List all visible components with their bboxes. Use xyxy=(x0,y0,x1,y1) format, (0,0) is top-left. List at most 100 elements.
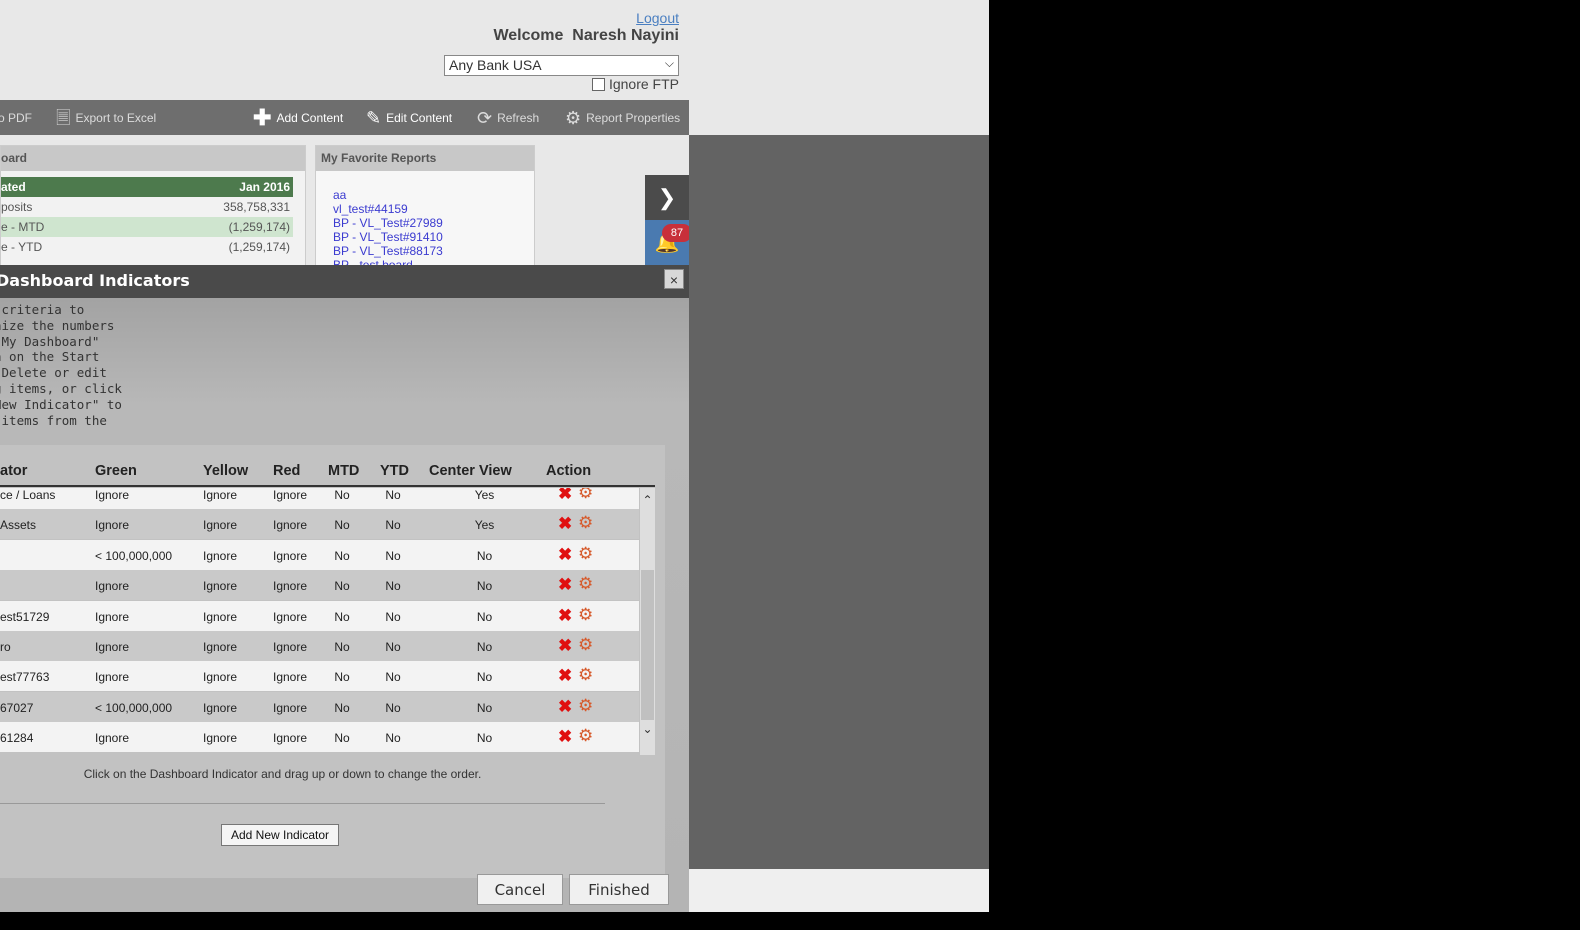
table-row[interactable]: ro Ignore Ignore Ignore No No No ✖ ⚙ xyxy=(0,631,639,661)
scroll-up-icon[interactable]: ⌃ xyxy=(640,493,655,507)
table-row[interactable]: Assets Ignore Ignore Ignore No No Yes ✖ ⚙ xyxy=(0,509,639,540)
table-cell: Ignore xyxy=(273,579,308,594)
delete-icon[interactable]: ✖ xyxy=(558,697,572,717)
table-cell: No xyxy=(334,488,350,502)
export-pdf-button[interactable]: o PDF xyxy=(0,100,32,135)
modal-title: Dashboard Indicators xyxy=(0,271,190,290)
table-cell: Ignore xyxy=(203,488,238,502)
delete-icon[interactable]: ✖ xyxy=(558,575,572,595)
delete-icon[interactable]: ✖ xyxy=(558,488,572,504)
gear-icon[interactable]: ⚙ xyxy=(578,726,593,746)
bank-select[interactable]: Any Bank USA ⌵ xyxy=(444,55,679,76)
refresh-button[interactable]: ⟳ Refresh xyxy=(477,100,539,135)
favorite-reports-panel: My Favorite Reports aa vl_test#44159 BP … xyxy=(315,145,535,277)
delete-icon[interactable]: ✖ xyxy=(558,606,572,626)
welcome-text: Welcome Naresh Nayini xyxy=(493,27,679,44)
gear-icon[interactable]: ⚙ xyxy=(578,544,593,564)
dashboard-row-value: (1,259,174) xyxy=(228,240,290,254)
table-cell: No xyxy=(385,731,401,746)
table-cell: < 100,000,000 xyxy=(95,548,173,563)
table-row[interactable]: 67027 < 100,000,000 Ignore Ignore No No No ✖ ⚙ xyxy=(0,691,639,722)
export-excel-button[interactable]: 🗏 Export to Excel xyxy=(56,100,156,135)
table-cell: No xyxy=(385,488,401,502)
delete-icon[interactable]: ✖ xyxy=(558,545,572,565)
background-area xyxy=(689,869,989,912)
table-row[interactable]: 61284 Ignore Ignore Ignore No No No ✖ ⚙ xyxy=(0,722,639,753)
dashboard-header-right: Jan 2016 xyxy=(239,180,290,194)
dashboard-row[interactable]: e - YTD (1,259,174) xyxy=(1,237,293,257)
table-cell: Ignore xyxy=(273,548,308,563)
modal-header: Dashboard Indicators × xyxy=(0,265,689,298)
column-header-mtd: MTD xyxy=(328,463,360,479)
table-row[interactable]: < 100,000,000 Ignore Ignore No No No ✖ ⚙ xyxy=(0,539,639,570)
delete-icon[interactable]: ✖ xyxy=(558,727,572,747)
table-cell: Ignore xyxy=(95,579,130,594)
close-icon[interactable]: × xyxy=(664,269,684,289)
table-cell: Ignore xyxy=(203,609,238,624)
favorite-report-link[interactable]: BP - VL_Test#91410 xyxy=(333,230,443,244)
gear-icon[interactable]: ⚙ xyxy=(578,488,593,503)
table-cell: Ignore xyxy=(273,518,308,533)
indicators-table: ator Green Yellow Red MTD YTD Center Vie… xyxy=(0,445,665,878)
table-cell: Ignore xyxy=(95,609,130,624)
table-scrollbar[interactable]: ⌃ ⌄ xyxy=(640,488,655,755)
edit-content-button[interactable]: ✎ Edit Content xyxy=(366,100,452,135)
add-content-button[interactable]: ✚ Add Content xyxy=(253,100,343,135)
report-properties-button[interactable]: ⚙ Report Properties xyxy=(565,100,680,135)
table-cell: No xyxy=(476,640,493,654)
table-row[interactable]: est51729 Ignore Ignore Ignore No No No ✖ ⚙ xyxy=(0,600,639,631)
gear-icon[interactable]: ⚙ xyxy=(578,605,593,625)
expand-sidebar-button[interactable]: ❯ xyxy=(645,175,689,220)
dashboard-row[interactable]: posits 358,758,331 xyxy=(1,197,293,217)
table-row[interactable]: ce / Loans Ignore Ignore Ignore No No Yes ✖ ⚙ xyxy=(0,488,639,509)
scrollbar-thumb[interactable] xyxy=(641,570,654,720)
favorite-report-link[interactable]: BP - VL_Test#27989 xyxy=(333,216,443,230)
dashboard-row-label: posits xyxy=(1,200,33,214)
description-line: criteria to xyxy=(0,302,85,317)
divider xyxy=(0,803,605,804)
table-row[interactable]: est77763 Ignore Ignore Ignore No No No ✖ ⚙ xyxy=(0,661,639,692)
dashboard-row-value: 358,758,331 xyxy=(223,200,290,214)
table-cell: Ignore xyxy=(203,548,238,563)
table-cell: 67027 xyxy=(0,700,34,715)
table-cell: Ignore xyxy=(273,700,308,715)
table-cell: No xyxy=(334,640,350,654)
modal-overlay xyxy=(689,135,989,869)
table-cell: No xyxy=(476,548,493,563)
delete-icon[interactable]: ✖ xyxy=(558,636,572,656)
table-cell: No xyxy=(334,548,350,563)
gear-icon[interactable]: ⚙ xyxy=(578,696,593,716)
delete-icon[interactable]: ✖ xyxy=(558,514,572,534)
table-cell: Ignore xyxy=(273,609,308,624)
table-cell: Ignore xyxy=(203,670,238,685)
favorite-report-link[interactable]: vl_test#44159 xyxy=(333,202,408,216)
dashboard-panel-title: oard xyxy=(1,146,305,171)
logout-link[interactable]: Logout xyxy=(636,10,679,26)
column-header-indicator: ator xyxy=(0,463,28,479)
finished-button[interactable]: Finished xyxy=(569,874,669,905)
delete-icon[interactable]: ✖ xyxy=(558,666,572,686)
plus-icon: ✚ xyxy=(253,104,272,130)
ignore-ftp-checkbox[interactable] xyxy=(591,77,605,91)
excel-file-icon: 🗏 xyxy=(56,107,71,128)
dashboard-header-left: ated xyxy=(1,180,26,194)
add-new-indicator-button[interactable]: Add New Indicator xyxy=(221,824,339,846)
table-cell: Ignore xyxy=(95,640,130,654)
cancel-button[interactable]: Cancel xyxy=(477,874,563,905)
indicators-table-body: ce / Loans Ignore Ignore Ignore No No Yes ✖ ⚙ As… xyxy=(0,488,639,753)
gear-icon[interactable]: ⚙ xyxy=(578,635,593,655)
gear-icon[interactable]: ⚙ xyxy=(578,574,593,594)
gear-icon[interactable]: ⚙ xyxy=(578,665,593,685)
scroll-down-icon[interactable]: ⌄ xyxy=(640,722,655,736)
dashboard-row[interactable]: e - MTD (1,259,174) xyxy=(1,217,293,237)
gear-icon[interactable]: ⚙ xyxy=(578,513,593,533)
table-cell: Ignore xyxy=(203,518,238,533)
favorite-report-link[interactable]: BP - VL_Test#88173 xyxy=(333,244,443,258)
toolbar: o PDF 🗏 Export to Excel ✚ Add Content ✎ … xyxy=(0,100,689,135)
ignore-ftp-toggle[interactable]: Ignore FTP xyxy=(591,76,679,92)
column-header-ytd: YTD xyxy=(380,463,409,479)
table-row[interactable]: Ignore Ignore Ignore No No No ✖ ⚙ xyxy=(0,570,639,601)
favorite-report-link[interactable]: aa xyxy=(333,188,346,202)
table-cell: Yes xyxy=(474,518,495,533)
table-cell: ce / Loans xyxy=(0,488,56,502)
